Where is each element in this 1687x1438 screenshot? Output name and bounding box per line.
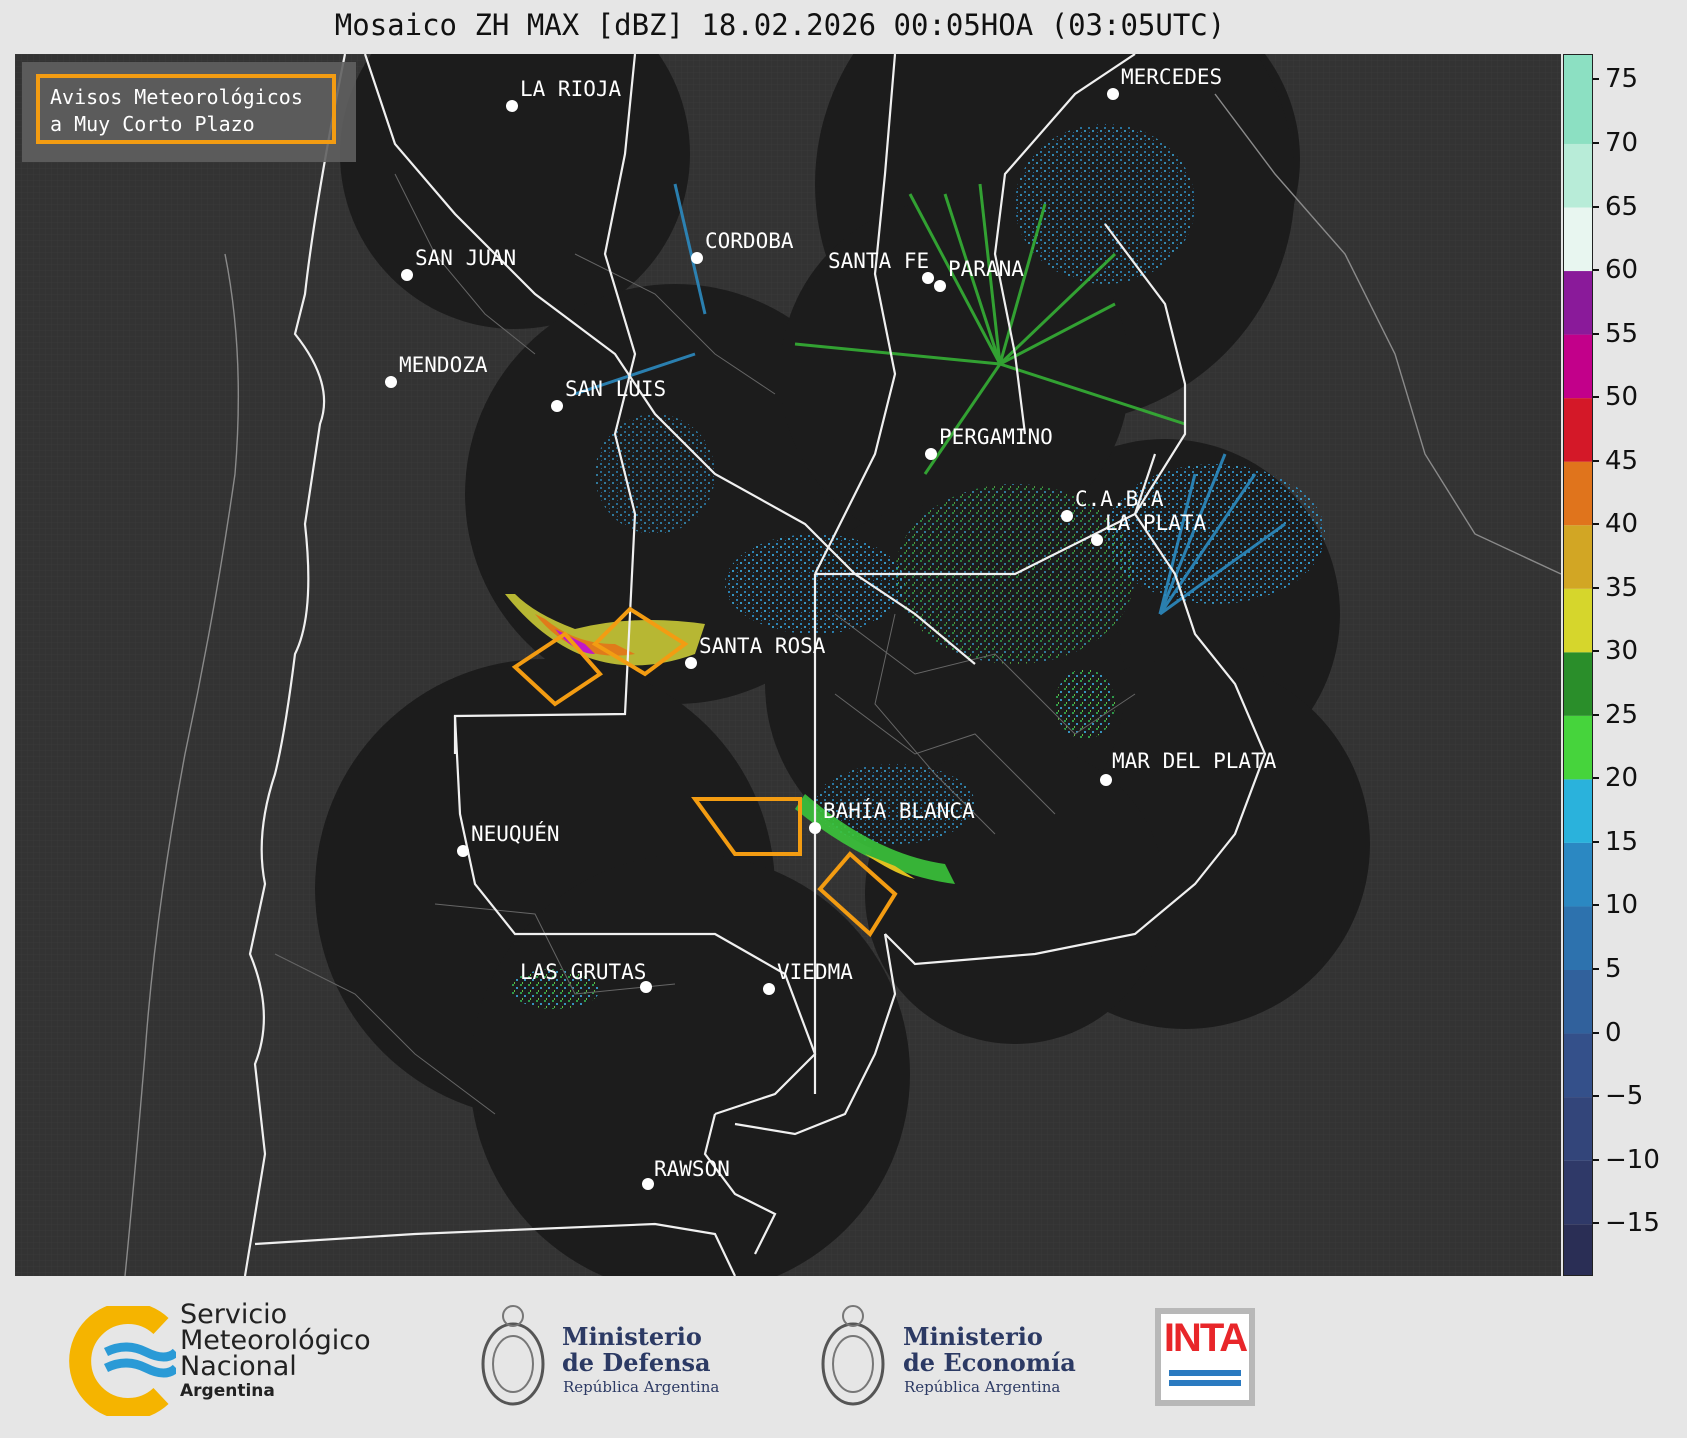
defensa-line-2: de Defensa: [562, 1348, 711, 1377]
city-marker-dot: [1091, 534, 1103, 546]
city-marker-dot: [457, 845, 469, 857]
city-label: MAR DEL PLATA: [1112, 749, 1277, 773]
dbz-colorbar: [1563, 54, 1593, 1276]
city-label: LA PLATA: [1105, 511, 1207, 535]
city-label: MENDOZA: [399, 353, 488, 377]
city-marker-dot: [385, 376, 397, 388]
colorbar-tick: 65: [1592, 194, 1638, 220]
city-label: SAN LUIS: [565, 377, 666, 401]
colorbar-segment: [1564, 652, 1592, 716]
colorbar-segment: [1564, 970, 1592, 1034]
city-marker-dot: [1100, 774, 1112, 786]
colorbar-tick: −10: [1593, 1147, 1660, 1173]
city-label: VIEDMA: [777, 960, 853, 984]
colorbar-tick: 35: [1592, 575, 1638, 601]
city-label: SAN JUAN: [415, 246, 516, 270]
city-label: PERGAMINO: [939, 425, 1053, 449]
city-marker-dot: [685, 657, 697, 669]
colorbar-tick: 25: [1592, 702, 1638, 728]
city-marker-dot: [401, 269, 413, 281]
city-marker-dot: [691, 252, 703, 264]
city-label: SANTA FE: [828, 249, 929, 273]
colorbar-segment: [1564, 55, 1592, 144]
colorbar-segment: [1564, 525, 1592, 589]
colorbar-tick: 5: [1593, 956, 1622, 982]
legend-line-1: Avisos Meteorológicos: [50, 85, 303, 109]
city-marker-dot: [506, 100, 518, 112]
colorbar-segment: [1564, 1097, 1592, 1161]
economia-line-2: de Economía: [903, 1348, 1076, 1377]
colorbar-tick: 75: [1592, 66, 1638, 92]
city-marker-dot: [809, 822, 821, 834]
colorbar-tick: 30: [1592, 638, 1638, 664]
city-label: C.A.B.A: [1075, 487, 1164, 511]
colorbar-segment: [1564, 143, 1592, 208]
city-marker-dot: [551, 400, 563, 412]
economia-sub: República Argentina: [904, 1378, 1061, 1396]
smn-name-line-3: Nacional: [180, 1351, 297, 1382]
legend-box: Avisos Meteorológicos a Muy Corto Plazo: [22, 62, 356, 162]
economia-line-1: Ministerio: [903, 1322, 1043, 1351]
colorbar-segment: [1564, 715, 1592, 780]
colorbar-segment: [1564, 461, 1592, 526]
inta-logo-text: INTA: [1163, 1316, 1248, 1360]
city-marker-dot: [925, 448, 937, 460]
legend-line-2: a Muy Corto Plazo: [50, 112, 255, 136]
colorbar-tick: −5: [1592, 1083, 1643, 1109]
national-seal-icon: [821, 1305, 885, 1406]
colorbar-tick: 70: [1592, 130, 1638, 156]
smn-country: Argentina: [180, 1381, 275, 1401]
city-label: SANTA ROSA: [699, 634, 826, 658]
colorbar-tick: 0: [1593, 1020, 1622, 1046]
city-label: LA RIOJA: [520, 77, 622, 101]
defensa-sub: República Argentina: [563, 1378, 720, 1396]
colorbar-tick: 60: [1592, 257, 1638, 283]
city-marker-dot: [763, 983, 775, 995]
colorbar-tick: 10: [1592, 892, 1638, 918]
colorbar-tick: 20: [1592, 765, 1638, 791]
colorbar-segment: [1564, 779, 1592, 843]
colorbar-segment: [1564, 842, 1592, 907]
colorbar-segment: [1564, 207, 1592, 272]
colorbar-segment: [1564, 398, 1592, 462]
city-label: CORDOBA: [705, 229, 794, 253]
national-seal-icon: [481, 1305, 545, 1406]
city-marker-dot: [922, 272, 934, 284]
defensa-line-1: Ministerio: [562, 1322, 702, 1351]
colorbar-tick: 40: [1592, 511, 1638, 537]
colorbar-segment: [1564, 1033, 1592, 1098]
colorbar-segment: [1564, 906, 1592, 970]
footer-logos: Servicio Meteorológico Nacional Argentin…: [0, 1276, 1687, 1438]
city-marker-dot: [642, 1178, 654, 1190]
colorbar-segment: [1564, 1224, 1592, 1275]
colorbar-segment: [1564, 271, 1592, 335]
city-marker-dot: [934, 280, 946, 292]
smn-logo-icon: [69, 1306, 176, 1416]
radar-map[interactable]: LA RIOJA MERCEDES CORDOBA SAN JUAN SANTA FE P…: [15, 54, 1561, 1276]
colorbar-tick: −15: [1593, 1210, 1660, 1236]
colorbar-tick: 45: [1592, 448, 1638, 474]
city-label: MERCEDES: [1121, 65, 1222, 89]
colorbar-tick: 15: [1592, 829, 1638, 855]
colorbar-tick: 55: [1592, 321, 1638, 347]
colorbar-ticks: 75 70 65 60 55 50 45 40 35 30 25 20 15 10 5 0 −5 −10 −15: [1592, 54, 1687, 1276]
colorbar-segment: [1564, 334, 1592, 399]
inta-logo: INTA: [1155, 1308, 1255, 1406]
legend-warning-entry: Avisos Meteorológicos a Muy Corto Plazo: [36, 74, 336, 144]
map-title: Mosaico ZH MAX [dBZ] 18.02.2026 00:05HOA…: [334, 8, 1226, 42]
radar-mosaic-svg: LA RIOJA MERCEDES CORDOBA SAN JUAN SANTA FE P…: [15, 54, 1561, 1276]
city-label: NEUQUÉN: [471, 821, 560, 846]
city-label: PARANA: [948, 257, 1024, 281]
city-label: RAWSON: [654, 1157, 730, 1181]
city-label: LAS GRUTAS: [520, 960, 646, 984]
colorbar-gradient: [1564, 55, 1592, 1275]
colorbar-segment: [1564, 588, 1592, 653]
city-marker-dot: [1107, 88, 1119, 100]
colorbar-tick: 50: [1592, 384, 1638, 410]
colorbar-segment: [1564, 1160, 1592, 1225]
city-label: BAHÍA BLANCA: [823, 798, 975, 823]
city-marker-dot: [1061, 510, 1073, 522]
